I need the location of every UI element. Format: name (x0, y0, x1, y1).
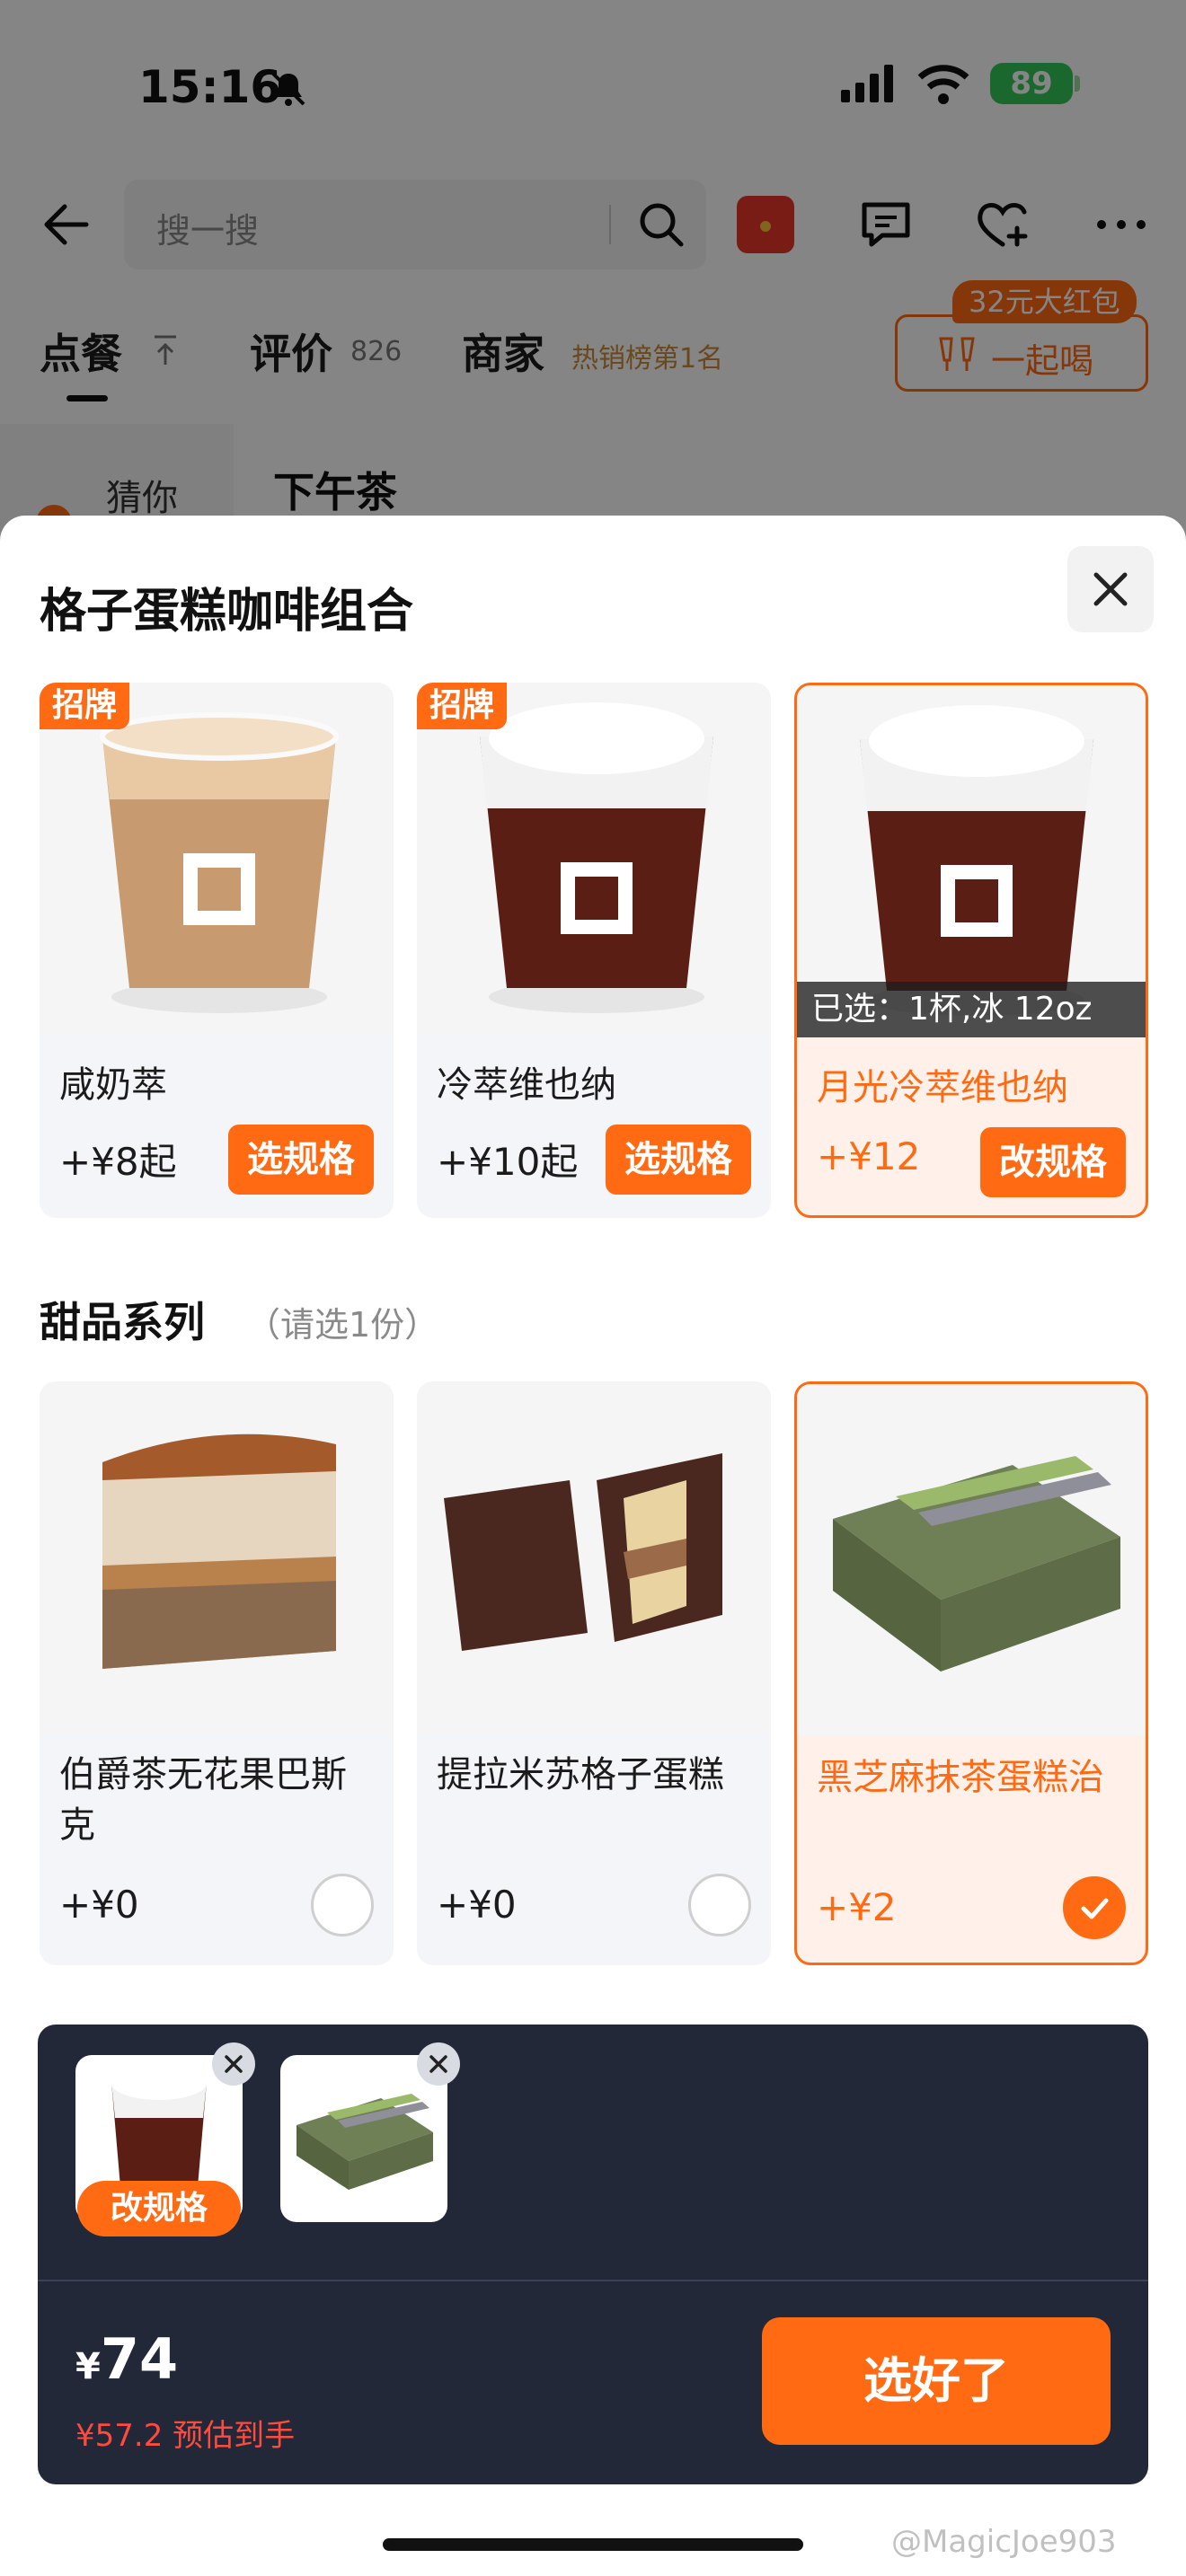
drink-name: 咸奶萃 (59, 1064, 167, 1106)
dessert-image-black-sesame-matcha (797, 1384, 1146, 1736)
remove-item-button[interactable] (212, 2042, 255, 2086)
dessert-card-black-sesame-matcha[interactable]: 黑芝麻抹茶蛋糕治 +¥2 (794, 1381, 1148, 1965)
dessert-price: +¥2 (817, 1885, 897, 1929)
dessert-price: +¥0 (59, 1883, 139, 1927)
dessert-section-hint: （请选1份） (246, 1305, 439, 1345)
drink-image-cold-brew-vienna (417, 683, 771, 1035)
drink-price: +¥12 (817, 1134, 921, 1178)
home-indicator[interactable] (383, 2538, 803, 2551)
confirm-button[interactable]: 选好了 (762, 2317, 1111, 2445)
cart-change-spec-button[interactable]: 改规格 (77, 2181, 241, 2236)
close-icon (429, 2055, 447, 2073)
dessert-section-title: 甜品系列 (40, 1298, 205, 1346)
drink-card-salted-cream[interactable]: 招牌 咸奶萃 +¥8起 选规格 (40, 683, 394, 1218)
dessert-name: 伯爵茶无花果巴斯克 (59, 1754, 347, 1846)
dessert-radio-checked[interactable] (1063, 1876, 1126, 1939)
dessert-card-tiramisu[interactable]: 提拉米苏格子蛋糕 +¥0 (417, 1381, 771, 1965)
dessert-card-earl-grey-fig-basque[interactable]: 伯爵茶无花果巴斯克 +¥0 (40, 1381, 394, 1965)
check-icon (1081, 1898, 1109, 1919)
total-amount: 74 (100, 2326, 179, 2392)
close-icon (1093, 572, 1128, 606)
selected-spec-label: 已选：1杯,冰 12oz (797, 982, 1146, 1037)
estimated-amount: ¥57.2 (75, 2418, 164, 2454)
watermark: @MagicJoe903 (891, 2524, 1117, 2560)
dessert-image-basque (40, 1381, 394, 1734)
drink-price: +¥10起 (437, 1140, 579, 1184)
estimated-label: 预估到手 (173, 2418, 296, 2454)
drink-card-moonlight-vienna[interactable]: 已选：1杯,冰 12oz 月光冷萃维也纳 +¥12 改规格 (794, 683, 1148, 1218)
drink-price: +¥8起 (59, 1140, 177, 1184)
remove-item-button[interactable] (417, 2042, 460, 2086)
choose-spec-button[interactable]: 选规格 (228, 1125, 374, 1195)
currency-symbol: ¥ (75, 2346, 101, 2387)
sheet-title: 格子蛋糕咖啡组合 (40, 585, 414, 639)
drink-image-salted-cream (40, 683, 394, 1035)
total-price: ¥74 (75, 2326, 178, 2392)
signature-tag: 招牌 (40, 683, 130, 729)
dessert-name: 黑芝麻抹茶蛋糕治 (817, 1757, 1104, 1798)
dessert-image-tiramisu (417, 1381, 771, 1734)
drink-name: 冷萃维也纳 (437, 1064, 616, 1106)
dessert-name: 提拉米苏格子蛋糕 (437, 1754, 724, 1795)
cart-item-drink[interactable]: 改规格 (75, 2042, 255, 2236)
drink-image-moonlight-vienna: 已选：1杯,冰 12oz (797, 685, 1146, 1037)
close-icon (225, 2055, 243, 2073)
drink-card-cold-brew-vienna[interactable]: 招牌 冷萃维也纳 +¥10起 选规格 (417, 683, 771, 1218)
dessert-price: +¥0 (437, 1883, 517, 1927)
combo-sheet: 格子蛋糕咖啡组合 招牌 咸奶萃 +¥8起 选规格 招牌 冷萃维也纳 +¥10起 … (0, 516, 1186, 2576)
signature-tag: 招牌 (417, 683, 508, 729)
dessert-radio[interactable] (688, 1874, 751, 1936)
cart-item-dessert[interactable] (280, 2042, 460, 2222)
cart-bar: 改规格 ¥74 ¥57.2 预估到手 选好了 (38, 2025, 1148, 2484)
estimated-price: ¥57.2 预估到手 (75, 2411, 295, 2455)
change-spec-button[interactable]: 改规格 (980, 1127, 1126, 1197)
cart-divider (38, 2280, 1148, 2281)
choose-spec-button[interactable]: 选规格 (606, 1125, 751, 1195)
close-button[interactable] (1067, 546, 1154, 632)
dessert-radio[interactable] (311, 1874, 374, 1936)
drink-name: 月光冷萃维也纳 (817, 1067, 1068, 1108)
